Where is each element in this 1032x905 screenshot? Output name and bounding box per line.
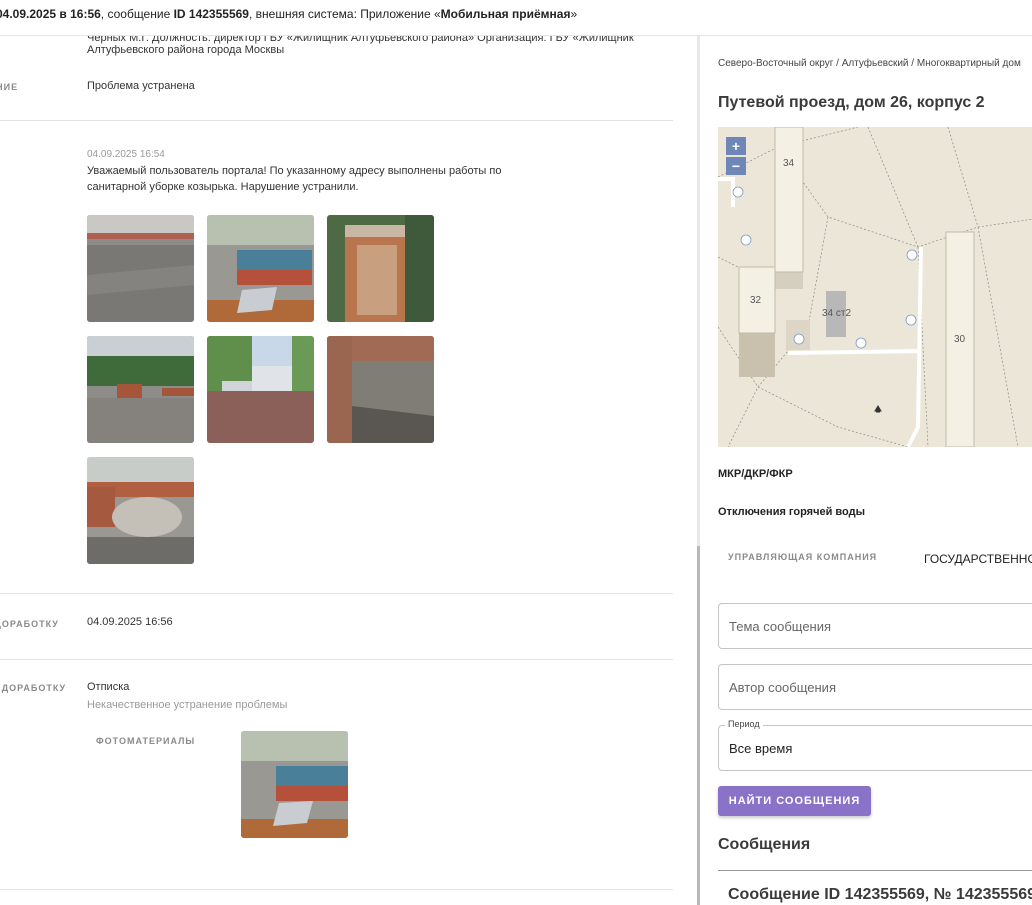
top-info-line: 04.09.2025 в 16:56, сообщение ID 1423555…	[0, 0, 577, 28]
map-zoom-out-button[interactable]: −	[726, 157, 746, 175]
period-value: Все время	[729, 741, 793, 756]
author-field[interactable]	[718, 664, 1032, 710]
rework-date-value: 04.09.2025 16:56	[87, 616, 173, 628]
divider	[718, 870, 1032, 871]
status-label: СОСТОЯНИЕ	[0, 82, 19, 92]
system-prefix: , внешняя система: Приложение «	[248, 7, 441, 21]
rework-date-label: НА ДОРАБОТКУ	[0, 619, 59, 629]
map-canvas	[718, 127, 1032, 447]
find-messages-button[interactable]: НАЙТИ СООБЩЕНИЯ	[718, 786, 871, 816]
answer-text-line2: санитарной уборке козырька. Нарушение ус…	[87, 181, 359, 193]
answer-text-line1: Уважаемый пользователь портала! По указа…	[87, 165, 502, 177]
map-building-label: 30	[954, 334, 966, 345]
period-label: Период	[725, 719, 763, 729]
message-list-item[interactable]: Сообщение ID 142355569, № 142355569	[728, 886, 1032, 904]
hot-water-link[interactable]: Отключения горячей воды	[718, 506, 865, 518]
divider	[0, 593, 673, 594]
map-building-label: 34 ст2	[822, 308, 852, 319]
message-prefix: , сообщение	[100, 7, 174, 21]
top-info-bar: 04.09.2025 в 16:56, сообщение ID 1423555…	[0, 0, 1032, 36]
status-value: Проблема устранена	[87, 80, 195, 92]
tab-management-company[interactable]: УПРАВЛЯЮЩАЯ КОМПАНИЯ	[728, 552, 877, 562]
answer-photo-6[interactable]	[327, 336, 434, 443]
object-sidebar: Северо-Восточный округ / Алтуфьевский / …	[700, 36, 1032, 905]
messages-title: Сообщения	[718, 836, 811, 853]
breadcrumb[interactable]: Северо-Восточный округ / Алтуфьевский / …	[718, 58, 1021, 69]
mkr-link[interactable]: МКР/ДКР/ФКР	[718, 468, 793, 480]
tab-state[interactable]: ГОСУДАРСТВЕННОЕ	[924, 552, 1032, 566]
rework-reason-value: Отписка	[87, 681, 130, 693]
message-details-panel: Черных М.Г. Должность: директор ГБУ «Жил…	[0, 36, 673, 905]
answer-photo-7[interactable]	[87, 457, 194, 564]
divider	[0, 659, 673, 660]
answer-datetime: 04.09.2025 16:54	[87, 149, 165, 160]
message-id: ID 142355569	[173, 7, 249, 21]
divider	[0, 120, 673, 121]
topic-input[interactable]	[719, 604, 1032, 648]
map-building-label: 32	[750, 295, 762, 306]
answer-photo-1[interactable]	[87, 215, 194, 322]
system-suffix: »	[570, 7, 578, 21]
photos-label: ФОТОМАТЕРИАЛЫ	[96, 736, 196, 746]
rework-reason-label: ПРИЧИНА НА ДОРАБОТКУ	[0, 683, 67, 693]
map-zoom-in-button[interactable]: +	[726, 137, 746, 155]
answer-photo-3[interactable]	[327, 215, 434, 322]
object-address: Путевой проезд, дом 26, корпус 2	[718, 94, 985, 111]
topic-field[interactable]	[718, 603, 1032, 649]
system-name: Мобильная приёмная	[440, 7, 571, 21]
organization-tabs: УПРАВЛЯЮЩАЯ КОМПАНИЯ ГОСУДАРСТВЕННОЕ	[718, 540, 1032, 576]
answer-photo-2[interactable]	[207, 215, 314, 322]
answer-photo-5[interactable]	[207, 336, 314, 443]
object-map[interactable]: 34 32 34 ст2 30 + −	[718, 127, 1032, 447]
rework-photo-1[interactable]	[241, 731, 348, 838]
message-date: 04.09.2025 в 16:56	[0, 7, 101, 21]
executor-org: Алтуфьевского района города Москвы	[87, 44, 285, 56]
divider	[0, 889, 673, 890]
rework-reason-description: Некачественное устранение проблемы	[87, 699, 288, 711]
author-input[interactable]	[719, 665, 1032, 709]
map-building-label: 34	[783, 158, 795, 169]
period-select[interactable]: Период Все время	[718, 719, 1032, 771]
answer-photo-4[interactable]	[87, 336, 194, 443]
